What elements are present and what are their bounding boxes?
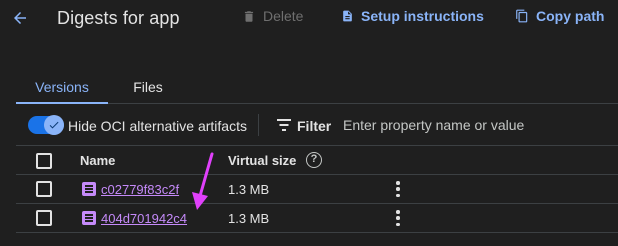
tab-files[interactable]: Files: [118, 70, 178, 104]
setup-instructions-button[interactable]: Setup instructions: [339, 8, 484, 24]
more-actions-icon[interactable]: [390, 208, 406, 228]
digests-page: Digests for app Delete Setup instruction…: [0, 0, 618, 246]
digest-link[interactable]: 404d701942c4: [101, 211, 187, 226]
filter-list-icon: [277, 119, 291, 131]
delete-button[interactable]: Delete: [241, 8, 303, 24]
select-all-checkbox[interactable]: [36, 153, 52, 169]
page-header: Digests for app Delete Setup instruction…: [0, 0, 618, 36]
table-row: c02779f83c2f 1.3 MB: [16, 175, 618, 204]
column-header-virtual-size[interactable]: Virtual size: [228, 153, 296, 168]
tab-bar: Versions Files: [16, 70, 618, 104]
versions-table: Name Virtual size ? c02779f83c2f 1.3 MB …: [16, 145, 618, 233]
document-icon: [82, 182, 96, 196]
document-icon: [82, 211, 96, 225]
filter-toolbar: Hide OCI alternative artifacts Filter: [16, 110, 618, 142]
document-icon: [339, 8, 355, 24]
filter-input[interactable]: [343, 113, 603, 137]
tab-versions[interactable]: Versions: [16, 70, 108, 104]
help-icon[interactable]: ?: [306, 152, 322, 168]
column-header-name[interactable]: Name: [80, 153, 115, 168]
row-checkbox[interactable]: [36, 210, 52, 226]
filter-label: Filter: [297, 118, 332, 134]
virtual-size-value: 1.3 MB: [228, 211, 270, 226]
hide-oci-toggle[interactable]: [28, 115, 64, 135]
toolbar-divider: [258, 114, 259, 136]
virtual-size-value: 1.3 MB: [228, 182, 270, 197]
copy-path-label: Copy path: [536, 8, 605, 24]
setup-instructions-label: Setup instructions: [361, 8, 484, 24]
trash-icon: [241, 8, 257, 24]
check-icon: [49, 121, 59, 129]
more-actions-icon[interactable]: [390, 179, 406, 199]
page-title: Digests for app: [57, 8, 180, 28]
table-row: 404d701942c4 1.3 MB: [16, 204, 618, 233]
digest-link[interactable]: c02779f83c2f: [101, 182, 179, 197]
row-checkbox[interactable]: [36, 181, 52, 197]
table-header: Name Virtual size ?: [16, 145, 618, 175]
back-button[interactable]: [8, 6, 32, 30]
hide-oci-label: Hide OCI alternative artifacts: [68, 118, 247, 134]
delete-label: Delete: [263, 8, 304, 24]
copy-icon: [514, 8, 530, 24]
annotation-arrow-icon: [192, 152, 214, 210]
copy-path-button[interactable]: Copy path: [514, 8, 604, 24]
arrow-back-icon: [14, 12, 26, 24]
toggle-knob: [44, 115, 64, 135]
